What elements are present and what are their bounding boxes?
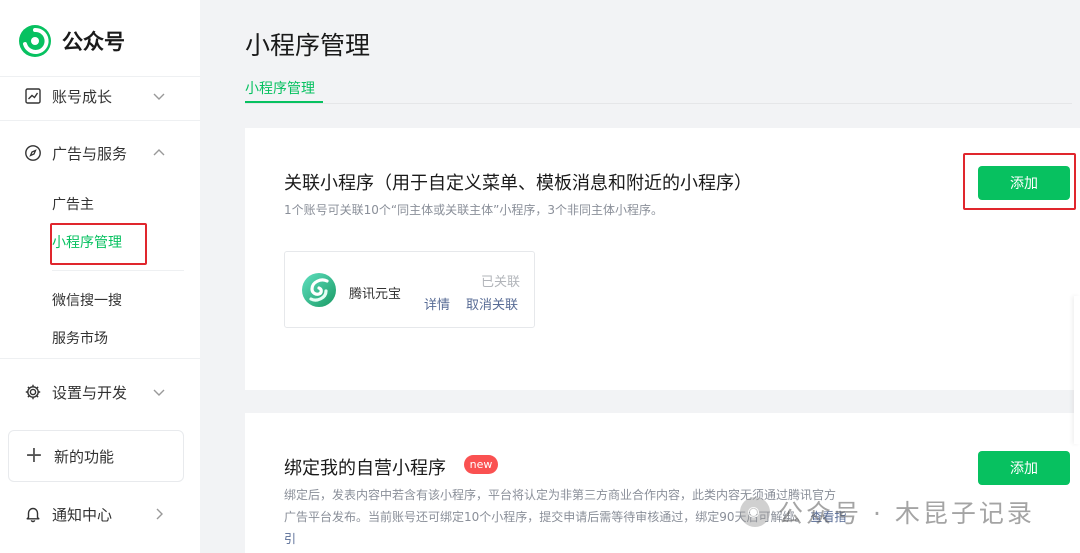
chevron-down-icon: [153, 389, 165, 396]
watermark: ◉ 公众号 · 木昆子记录: [740, 494, 1035, 530]
section-title-self-operated: 绑定我的自营小程序: [284, 458, 446, 479]
bell-icon: [24, 505, 42, 523]
unlink-link[interactable]: 取消关联: [466, 294, 518, 313]
nav-label: 广告与服务: [52, 144, 128, 163]
tab-bar-divider: [245, 103, 1072, 104]
linked-app-name: 腾讯元宝: [349, 287, 402, 302]
highlight-frame: [50, 223, 147, 265]
sidebar: 公众号 账号成长 广告与服务 广告主 小程序管理 微信搜一搜 服务市场 设置与开…: [0, 0, 200, 553]
logo-text: 公众号: [62, 30, 125, 54]
nav-account-growth[interactable]: 账号成长: [0, 76, 200, 116]
new-badge: new: [464, 455, 498, 474]
divider: [0, 120, 200, 121]
page-title: 小程序管理: [245, 31, 371, 60]
nav-ads-services[interactable]: 广告与服务: [0, 133, 200, 173]
wechat-official-logo[interactable]: 公众号: [18, 24, 125, 58]
plus-icon: +: [24, 443, 44, 468]
watermark-text: 公众号 · 木昆子记录: [778, 499, 1035, 528]
section-desc-linked: 1个账号可关联10个“同主体或关联主体”小程序，3个非同主体小程序。: [284, 203, 663, 217]
compass-icon: [24, 144, 42, 162]
brand-logo-icon: [19, 25, 51, 57]
sidebar-item-advertiser[interactable]: 广告主: [52, 194, 94, 214]
sidebar-item-service-market[interactable]: 服务市场: [52, 328, 108, 348]
guide-link-tail[interactable]: 引: [284, 528, 924, 550]
chevron-down-icon: [153, 93, 165, 100]
tab-active-indicator: [245, 101, 323, 103]
section-title-linked: 关联小程序（用于自定义菜单、模板消息和附近的小程序）: [284, 173, 752, 194]
linked-status-label: 已关联: [480, 275, 520, 290]
gear-icon: [24, 383, 42, 401]
nav-label: 通知中心: [52, 505, 113, 524]
new-features-button[interactable]: + 新的功能: [8, 430, 184, 482]
nav-label: 设置与开发: [52, 383, 128, 402]
divider: [52, 270, 184, 271]
trend-chart-icon: [24, 87, 42, 105]
nav-notification-center[interactable]: 通知中心: [0, 494, 200, 534]
detail-link[interactable]: 详情: [424, 294, 450, 313]
new-features-label: 新的功能: [54, 447, 115, 466]
chevron-right-icon: [156, 508, 163, 520]
desc-line-text: 广告平台发布。当前账号还可绑定10个小程序，提交申请后需等待审核通过，绑定90天…: [284, 510, 807, 524]
nav-label: 账号成长: [52, 87, 113, 106]
watermark-icon: ◉: [740, 497, 770, 527]
divider: [0, 358, 200, 359]
yuanbao-logo-icon: [302, 273, 336, 307]
sidebar-item-wechat-search[interactable]: 微信搜一搜: [52, 290, 122, 310]
linked-app-item: 腾讯元宝 已关联 详情 取消关联: [284, 251, 535, 328]
highlight-frame: [963, 153, 1076, 210]
floating-panel-edge: [1074, 296, 1080, 444]
add-self-miniprogram-button[interactable]: 添加: [978, 451, 1070, 485]
chevron-up-icon: [153, 149, 165, 156]
tab-miniprogram-manage[interactable]: 小程序管理: [245, 78, 315, 98]
nav-settings-dev[interactable]: 设置与开发: [0, 372, 200, 412]
